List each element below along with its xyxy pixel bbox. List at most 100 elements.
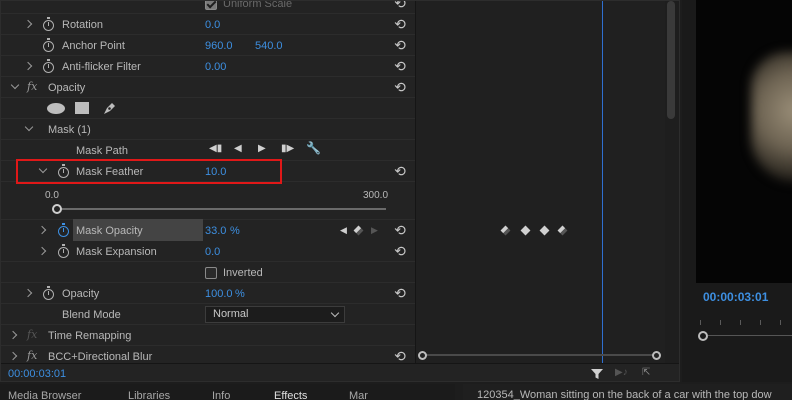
tab-info[interactable]: Info: [212, 390, 230, 400]
mask-feather-highlight: [16, 159, 282, 184]
keyframe[interactable]: [557, 225, 568, 236]
chevron-right-icon[interactable]: [37, 246, 47, 256]
monitor-scrub-line[interactable]: [708, 335, 792, 336]
scrollbar-thumb[interactable]: [667, 1, 675, 119]
reset-parameter-icon[interactable]: ⟲: [393, 223, 407, 237]
anchor-point-y[interactable]: 540.0: [255, 39, 283, 53]
reset-parameter-icon[interactable]: ⟲: [393, 244, 407, 258]
chevron-right-icon[interactable]: [8, 330, 18, 340]
bcc-directional-blur-header[interactable]: fx BCC+Directional Blur ⟲: [1, 346, 415, 363]
stopwatch-icon[interactable]: [43, 286, 54, 300]
monitor-time-ruler[interactable]: [696, 320, 792, 326]
previous-keyframe-icon[interactable]: ◀: [340, 223, 347, 237]
track-forward-all-icon[interactable]: ▮▶: [281, 142, 294, 156]
media-caption: 120354_Woman sitting on the back of a ca…: [477, 389, 772, 400]
chevron-right-icon[interactable]: [23, 288, 33, 298]
fx-icon[interactable]: fx: [27, 80, 37, 93]
chevron-right-icon[interactable]: [23, 61, 33, 71]
rotation-value[interactable]: 0.0: [205, 18, 220, 32]
stopwatch-icon[interactable]: [43, 59, 54, 73]
monitor-scrub-handle[interactable]: [698, 331, 708, 341]
stopwatch-icon[interactable]: [58, 244, 69, 258]
anti-flicker-value[interactable]: 0.00: [205, 60, 226, 74]
mask-1-label: Mask (1): [48, 124, 91, 136]
fx-icon[interactable]: fx: [27, 349, 37, 362]
reset-parameter-icon[interactable]: ⟲: [393, 38, 407, 52]
opacity-effect-header[interactable]: fx Opacity ⟲: [1, 77, 415, 98]
zoom-end-handle[interactable]: [652, 351, 661, 360]
play-audio-icon[interactable]: ▶♪: [615, 366, 628, 380]
uniform-scale-row: Uniform Scale ⟲: [1, 1, 415, 14]
slider-min-label: 0.0: [45, 190, 59, 201]
opacity-section-label: Opacity: [48, 82, 86, 94]
reset-parameter-icon[interactable]: ⟲: [393, 80, 407, 94]
track-forward-one-icon[interactable]: ▶: [258, 142, 266, 156]
blend-mode-value: Normal: [213, 308, 249, 320]
track-backward-all-icon[interactable]: ◀▮: [209, 142, 222, 156]
wrench-icon[interactable]: 🔧: [306, 141, 321, 155]
mask-opacity-row: Mask Opacity 33.0 % ◀ ▶ ⟲: [1, 220, 415, 241]
time-remapping-header[interactable]: fx Time Remapping: [1, 325, 415, 346]
chevron-down-icon[interactable]: [10, 80, 20, 90]
tab-effects[interactable]: Effects: [274, 390, 307, 400]
tab-media-browser[interactable]: Media Browser: [8, 390, 81, 400]
mask-feather-slider-knob[interactable]: [52, 204, 62, 214]
mask-expansion-row: Mask Expansion 0.0 ⟲: [1, 241, 415, 262]
ellipse-mask-icon[interactable]: [47, 103, 65, 114]
pen-mask-icon[interactable]: [101, 101, 117, 117]
fx-icon[interactable]: fx: [27, 328, 37, 341]
timeline-zoom-scrollbar[interactable]: [418, 351, 662, 360]
mask-tools-row: [1, 98, 415, 119]
add-keyframe-icon[interactable]: [353, 225, 364, 236]
effect-controls-panel: Uniform Scale ⟲ Rotation 0.0 ⟲ Anchor Po…: [0, 0, 680, 382]
keyframe[interactable]: [500, 225, 511, 236]
keyframe-timeline[interactable]: [415, 1, 665, 363]
vertical-scrollbar[interactable]: [665, 1, 679, 363]
keyframe[interactable]: [520, 225, 531, 236]
program-timecode[interactable]: 00:00:03:01: [703, 290, 768, 304]
chevron-down-icon[interactable]: [24, 122, 34, 132]
export-icon[interactable]: ⇱: [642, 366, 650, 380]
chevron-right-icon[interactable]: [37, 225, 47, 235]
current-timecode[interactable]: 00:00:03:01: [8, 367, 66, 381]
reset-parameter-icon[interactable]: ⟲: [393, 59, 407, 73]
rotation-label: Rotation: [62, 19, 103, 31]
mask-opacity-value[interactable]: 33.0: [205, 224, 226, 238]
playhead[interactable]: [602, 1, 603, 363]
video-subject: [751, 52, 792, 182]
chevron-right-icon[interactable]: [23, 19, 33, 29]
opacity-row: Opacity 100.0 % ⟲: [1, 283, 415, 304]
inverted-checkbox[interactable]: [205, 267, 217, 279]
uniform-scale-checkbox[interactable]: [205, 1, 217, 10]
filter-icon[interactable]: [590, 367, 604, 381]
uniform-scale-label: Uniform Scale: [223, 1, 293, 10]
zoom-start-handle[interactable]: [418, 351, 427, 360]
time-remapping-label: Time Remapping: [48, 330, 132, 342]
tab-markers[interactable]: Mar: [349, 390, 368, 400]
anchor-point-label: Anchor Point: [62, 40, 125, 52]
mask-expansion-label: Mask Expansion: [76, 246, 157, 258]
chevron-right-icon[interactable]: [8, 351, 18, 361]
track-backward-one-icon[interactable]: ◀: [234, 142, 242, 156]
blend-mode-select[interactable]: Normal: [205, 306, 345, 323]
reset-parameter-icon[interactable]: ⟲: [393, 164, 407, 178]
reset-parameter-icon[interactable]: ⟲: [393, 17, 407, 31]
mask-feather-slider-track[interactable]: [56, 208, 386, 210]
inverted-label: Inverted: [223, 267, 263, 279]
stopwatch-icon[interactable]: [43, 38, 54, 52]
mask-1-row[interactable]: Mask (1): [1, 119, 415, 140]
anchor-point-x[interactable]: 960.0: [205, 39, 233, 53]
mask-expansion-value[interactable]: 0.0: [205, 245, 220, 259]
rectangle-mask-icon[interactable]: [75, 102, 89, 114]
reset-parameter-icon[interactable]: ⟲: [393, 1, 407, 10]
reset-parameter-icon[interactable]: ⟲: [393, 286, 407, 300]
stopwatch-icon[interactable]: [43, 17, 54, 31]
reset-parameter-icon[interactable]: ⟲: [393, 349, 407, 363]
blend-mode-label: Blend Mode: [62, 309, 121, 321]
tab-libraries[interactable]: Libraries: [128, 390, 170, 400]
next-keyframe-icon[interactable]: ▶: [371, 223, 378, 237]
opacity-value[interactable]: 100.0: [205, 287, 233, 301]
effect-controls-footer: 00:00:03:01 ▶♪ ⇱: [1, 363, 679, 381]
stopwatch-icon[interactable]: [58, 223, 69, 237]
keyframe[interactable]: [539, 225, 550, 236]
